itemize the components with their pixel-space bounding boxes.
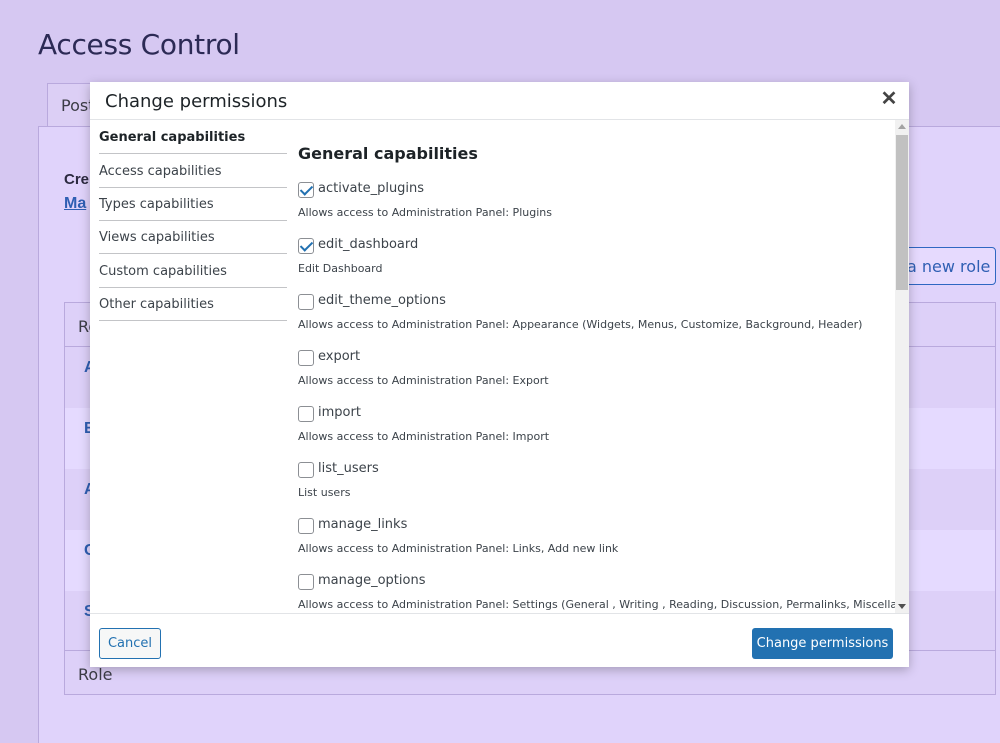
table-footer-role: Role	[78, 665, 113, 684]
capability-description: Allows access to Administration Panel: E…	[298, 374, 549, 387]
nav-item-custom-capabilities[interactable]: Custom capabilities	[99, 254, 287, 288]
capability-name: manage_options	[318, 573, 426, 588]
capability-checkbox[interactable]	[298, 518, 314, 534]
capability-name: activate_plugins	[318, 181, 425, 196]
capability-name: import	[318, 405, 361, 420]
section-title: General capabilities	[298, 144, 478, 163]
capability-checkbox[interactable]	[298, 406, 314, 422]
nav-item-types-capabilities[interactable]: Types capabilities	[99, 187, 287, 221]
capability-description: Allows access to Administration Panel: A…	[298, 318, 863, 331]
nav-item-access-capabilities[interactable]: Access capabilities	[99, 154, 287, 188]
close-icon[interactable]: ✕	[879, 89, 899, 109]
nav-item-general-capabilities[interactable]: General capabilities	[99, 120, 287, 154]
capability-checkbox[interactable]	[298, 182, 314, 198]
capability-checkbox[interactable]	[298, 574, 314, 590]
manage-link[interactable]: Ma	[64, 195, 86, 213]
create-heading: Cre	[64, 171, 90, 188]
dialog-header: Change permissions ✕	[90, 82, 909, 120]
capability-checkbox[interactable]	[298, 350, 314, 366]
capability-item: export Allows access to Administration P…	[298, 349, 888, 406]
capability-item: list_users List users	[298, 461, 888, 518]
change-permissions-dialog: Change permissions ✕ General capabilitie…	[90, 82, 909, 667]
dialog-footer: Cancel Change permissions	[90, 613, 909, 667]
capability-checkbox[interactable]	[298, 238, 314, 254]
capability-item: edit_theme_options Allows access to Admi…	[298, 293, 888, 350]
capability-name: export	[318, 349, 361, 364]
capability-description: Allows access to Administration Panel: S…	[298, 598, 909, 611]
scroll-up-arrow-icon[interactable]	[898, 124, 906, 129]
capability-item: manage_options Allows access to Administ…	[298, 573, 909, 613]
capability-name: edit_theme_options	[318, 293, 446, 308]
dialog-body: General capabilities Access capabilities…	[90, 120, 909, 613]
capabilities-content: General capabilities activate_plugins Al…	[298, 120, 909, 613]
change-permissions-button[interactable]: Change permissions	[752, 628, 893, 659]
capability-description: Allows access to Administration Panel: I…	[298, 430, 550, 443]
cancel-button[interactable]: Cancel	[99, 628, 161, 659]
capability-checkbox[interactable]	[298, 462, 314, 478]
capability-item: manage_links Allows access to Administra…	[298, 517, 888, 574]
scroll-thumb[interactable]	[896, 135, 908, 290]
capability-description: Allows access to Administration Panel: L…	[298, 542, 619, 555]
content-scrollbar[interactable]	[895, 120, 909, 613]
capability-checkbox[interactable]	[298, 294, 314, 310]
capability-name: list_users	[318, 461, 379, 476]
capability-description: List users	[298, 486, 351, 499]
nav-item-views-capabilities[interactable]: Views capabilities	[99, 220, 287, 254]
capability-description: Edit Dashboard	[298, 262, 383, 275]
capability-name: edit_dashboard	[318, 237, 419, 252]
capability-item: activate_plugins Allows access to Admini…	[298, 181, 888, 238]
capability-item: edit_dashboard Edit Dashboard	[298, 237, 888, 294]
page-title: Access Control	[38, 28, 240, 61]
capability-item: import Allows access to Administration P…	[298, 405, 888, 462]
capability-description: Allows access to Administration Panel: P…	[298, 206, 552, 219]
capability-name: manage_links	[318, 517, 408, 532]
dialog-title: Change permissions	[105, 91, 288, 112]
nav-item-other-capabilities[interactable]: Other capabilities	[99, 287, 287, 321]
scroll-down-arrow-icon[interactable]	[898, 604, 906, 609]
